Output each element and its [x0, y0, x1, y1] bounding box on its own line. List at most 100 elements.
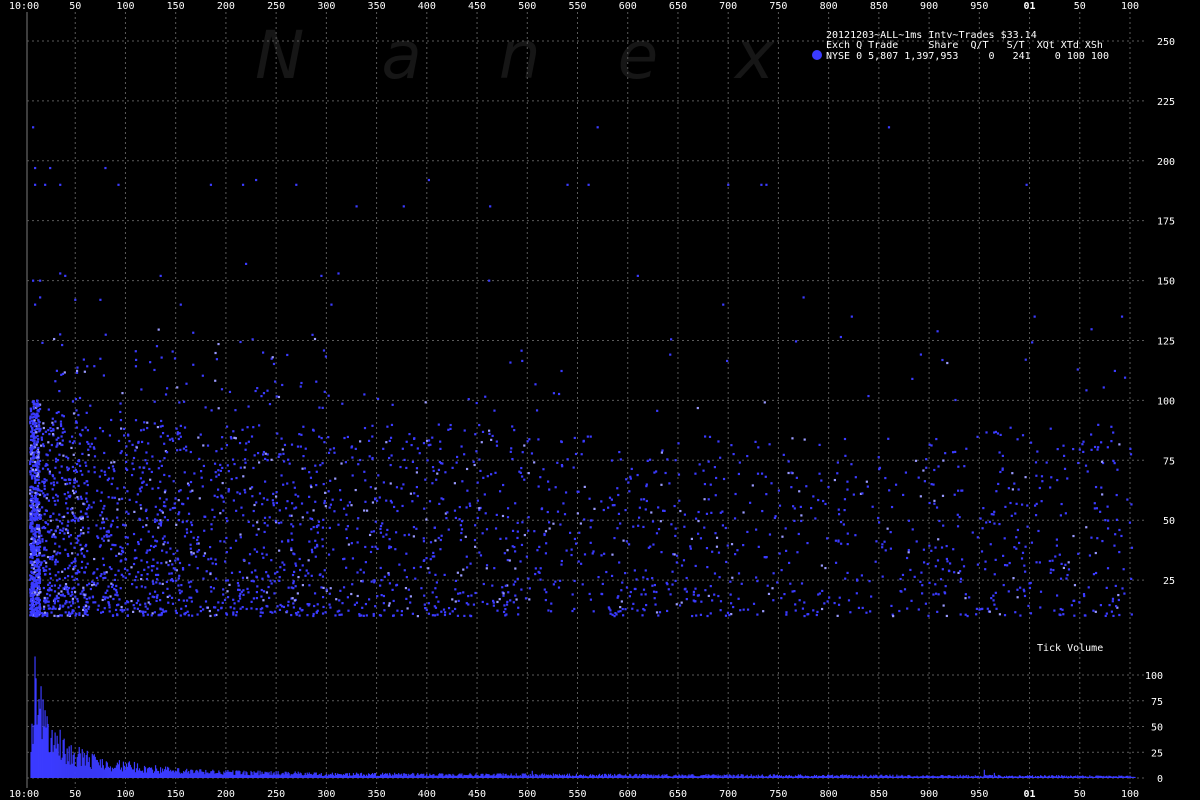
volume-bar: [1134, 776, 1136, 778]
trade-point: [75, 470, 79, 473]
trade-point: [752, 602, 756, 605]
trade-point: [479, 469, 482, 473]
trade-point: [70, 590, 73, 594]
trade-point: [1108, 603, 1111, 607]
trade-point: [41, 554, 44, 557]
trade-point: [790, 486, 793, 489]
trade-point: [197, 436, 200, 439]
trade-point: [134, 350, 137, 353]
trade-point: [211, 562, 214, 565]
trade-point: [46, 523, 50, 526]
trade-point: [53, 584, 57, 587]
trade-point: [466, 489, 469, 492]
trade-point: [45, 565, 48, 568]
trade-point: [163, 473, 166, 477]
trade-point: [657, 528, 661, 531]
trade-point: [153, 400, 156, 403]
trade-point: [610, 459, 614, 462]
trade-point: [528, 438, 531, 441]
trade-point: [266, 389, 269, 392]
trade-point: [919, 580, 922, 583]
trade-point: [152, 595, 156, 599]
trade-point: [433, 614, 437, 617]
trade-point: [60, 614, 63, 617]
trade-point: [480, 441, 483, 444]
trade-point: [262, 392, 266, 395]
trade-point: [56, 526, 59, 529]
trade-point: [32, 403, 35, 406]
trade-point: [724, 526, 727, 530]
trade-point: [71, 600, 74, 603]
trade-point: [1077, 552, 1080, 555]
trade-point: [79, 532, 83, 535]
trade-point: [29, 486, 32, 489]
trade-point: [1015, 502, 1018, 505]
trade-point: [115, 591, 118, 594]
trade-point: [210, 409, 213, 412]
trade-point: [453, 482, 456, 485]
trade-point: [1022, 588, 1025, 591]
trade-point: [695, 614, 698, 617]
trade-point: [560, 559, 563, 563]
x-tick-label: 300: [317, 789, 335, 800]
trade-point: [504, 584, 507, 587]
trade-point: [343, 436, 346, 440]
trade-point: [875, 540, 878, 543]
trade-point: [503, 552, 506, 555]
trade-point: [782, 453, 785, 456]
trade-point: [70, 519, 73, 522]
trade-point: [1016, 528, 1020, 532]
trade-point: [729, 602, 733, 605]
trade-point: [46, 592, 49, 596]
trade-point: [796, 551, 799, 554]
trade-point: [1045, 461, 1048, 464]
trade-point: [89, 587, 92, 591]
trade-point: [131, 443, 134, 446]
trade-point: [607, 506, 610, 509]
trade-point: [59, 333, 62, 336]
trade-point: [632, 525, 635, 528]
trade-point: [768, 533, 772, 536]
trade-point: [400, 487, 403, 490]
trade-point: [348, 501, 351, 504]
trade-point: [32, 279, 35, 282]
x-tick-label: 10:00: [9, 1, 39, 12]
trade-point: [1130, 613, 1133, 616]
trade-point: [95, 524, 98, 527]
trade-point: [57, 600, 60, 603]
trade-point: [49, 555, 52, 559]
trade-point: [142, 614, 145, 617]
trade-point: [194, 555, 198, 558]
trade-point: [291, 597, 294, 600]
trade-point: [451, 598, 454, 601]
trade-point: [88, 597, 91, 600]
trade-point: [135, 358, 138, 362]
trade-point: [148, 592, 152, 595]
trade-point: [43, 487, 46, 491]
trade-point: [434, 573, 437, 576]
trade-point: [216, 495, 219, 499]
trade-point: [837, 508, 840, 511]
trade-point: [238, 570, 241, 574]
trade-point: [252, 426, 255, 429]
trade-point: [1058, 553, 1061, 556]
trade-point: [706, 614, 709, 618]
trade-point: [117, 603, 120, 606]
trade-point: [40, 489, 43, 493]
trade-point: [854, 476, 857, 479]
trade-point: [457, 599, 460, 603]
trade-point: [794, 603, 797, 606]
trade-point: [54, 530, 57, 533]
trade-point: [103, 535, 106, 538]
trade-point: [186, 610, 189, 613]
trade-point: [250, 435, 254, 438]
trade-point: [755, 576, 758, 579]
trade-point: [255, 576, 259, 579]
trade-point: [377, 474, 380, 477]
trade-point: [429, 558, 432, 561]
trade-point: [261, 611, 264, 614]
trade-point: [346, 525, 349, 528]
trade-point: [1120, 534, 1123, 538]
trade-point: [220, 495, 223, 498]
trade-point: [48, 594, 52, 597]
